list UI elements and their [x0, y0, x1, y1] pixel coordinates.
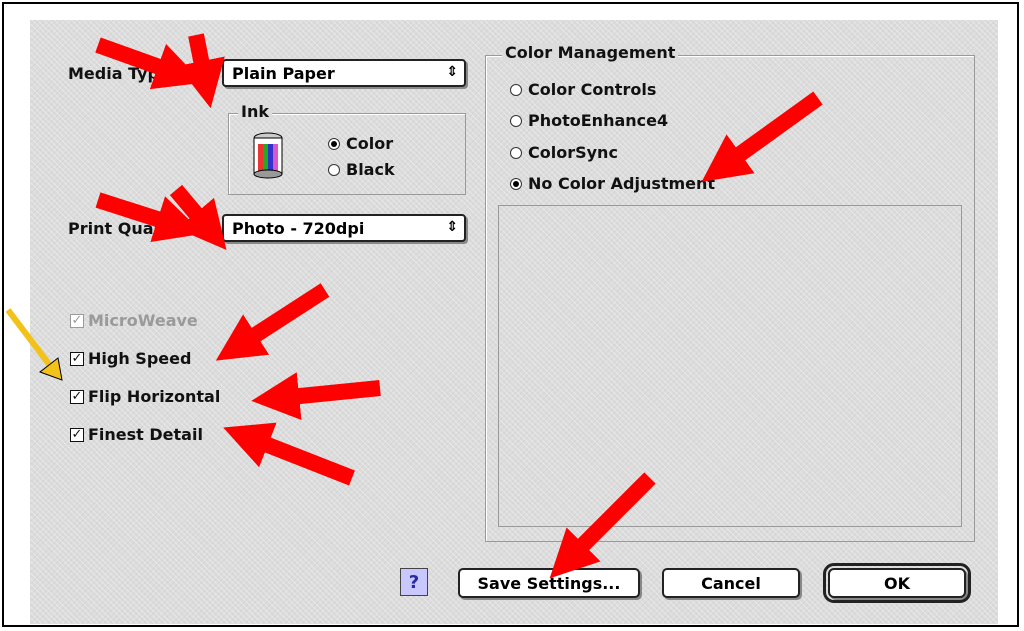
high-speed-checkbox[interactable]: ✓ High Speed	[70, 349, 191, 368]
print-quality-value: Photo - 720dpi	[232, 219, 365, 238]
color-management-title: Color Management	[502, 43, 679, 62]
ink-color-label: Color	[346, 134, 394, 153]
microweave-label: MicroWeave	[88, 311, 198, 330]
media-type-value: Plain Paper	[232, 64, 335, 83]
colorsync-radio[interactable]: ColorSync	[510, 143, 618, 162]
microweave-checkbox: ✓ MicroWeave	[70, 311, 198, 330]
photoenhance4-label: PhotoEnhance4	[528, 111, 669, 130]
radio-empty-icon	[510, 146, 522, 159]
ink-color-radio[interactable]: Color	[328, 134, 393, 153]
flip-horizontal-checkbox[interactable]: ✓ Flip Horizontal	[70, 387, 220, 406]
color-settings-area	[498, 205, 962, 527]
media-type-popup[interactable]: Plain Paper ⇕	[222, 59, 466, 87]
help-button[interactable]: ?	[400, 568, 428, 596]
colorsync-label: ColorSync	[528, 143, 618, 162]
checkbox-checked-icon: ✓	[70, 388, 84, 404]
color-controls-radio[interactable]: Color Controls	[510, 80, 656, 99]
ink-black-label: Black	[346, 160, 395, 179]
checkbox-checked-icon: ✓	[70, 350, 84, 366]
ink-black-radio[interactable]: Black	[328, 160, 395, 179]
popup-arrows-icon: ⇕	[446, 219, 458, 235]
save-settings-button[interactable]: Save Settings...	[458, 568, 640, 598]
print-quality-popup[interactable]: Photo - 720dpi ⇕	[222, 214, 466, 242]
checkbox-checked-icon: ✓	[70, 426, 84, 442]
color-controls-label: Color Controls	[528, 80, 657, 99]
print-quality-label: Print Qual	[68, 219, 159, 238]
no-color-adjustment-label: No Color Adjustment	[528, 174, 716, 193]
media-type-label: Media Typ	[68, 64, 159, 83]
high-speed-label: High Speed	[88, 349, 192, 368]
popup-arrows-icon: ⇕	[446, 64, 458, 80]
radio-selected-icon	[328, 137, 340, 150]
photoenhance4-radio[interactable]: PhotoEnhance4	[510, 111, 668, 130]
checkbox-checked-icon: ✓	[70, 312, 84, 328]
radio-empty-icon	[510, 83, 522, 96]
no-color-adjustment-radio[interactable]: No Color Adjustment	[510, 174, 715, 193]
radio-empty-icon	[510, 114, 522, 127]
ink-group-title: Ink	[238, 102, 272, 121]
radio-selected-icon	[510, 177, 522, 190]
finest-detail-label: Finest Detail	[88, 425, 203, 444]
flip-horizontal-label: Flip Horizontal	[88, 387, 221, 406]
radio-empty-icon	[328, 163, 340, 176]
finest-detail-checkbox[interactable]: ✓ Finest Detail	[70, 425, 203, 444]
ok-button[interactable]: OK	[823, 563, 971, 603]
ink-cartridge-icon	[253, 132, 283, 179]
cancel-button[interactable]: Cancel	[662, 568, 800, 598]
